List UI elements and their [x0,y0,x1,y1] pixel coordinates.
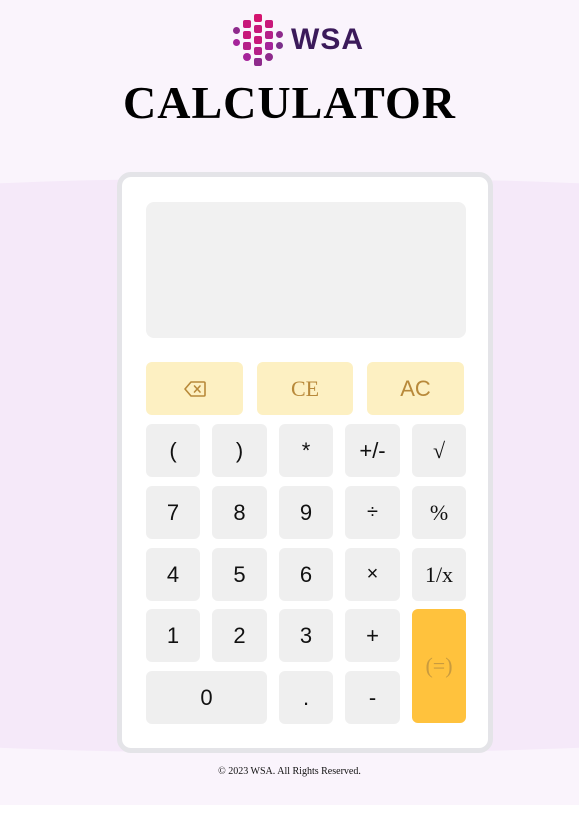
clear-entry-button[interactable]: CE [257,362,353,415]
open-paren-button[interactable]: ( [146,424,200,477]
digit-4-button[interactable]: 4 [146,548,200,601]
calculator-display [146,202,466,338]
digit-6-button[interactable]: 6 [279,548,333,601]
times-button[interactable]: × [345,548,400,601]
digit-7-button[interactable]: 7 [146,486,200,539]
divide-button[interactable]: ÷ [345,486,400,539]
plus-button[interactable]: + [345,609,400,662]
page-background: WSA CALCULATOR CE AC ( ) * +/- √ 7 8 9 ÷… [0,0,579,805]
multiply-star-button[interactable]: * [279,424,333,477]
digit-2-button[interactable]: 2 [212,609,267,662]
close-paren-button[interactable]: ) [212,424,267,477]
plus-minus-button[interactable]: +/- [345,424,400,477]
digit-8-button[interactable]: 8 [212,486,267,539]
minus-button[interactable]: - [345,671,400,724]
digit-3-button[interactable]: 3 [279,609,333,662]
backspace-icon [183,380,206,397]
reciprocal-button[interactable]: 1/x [412,548,466,601]
calculator-panel: CE AC ( ) * +/- √ 7 8 9 ÷ % 4 5 6 × 1/x … [117,172,493,753]
equals-button[interactable]: (=) [412,609,466,723]
digit-9-button[interactable]: 9 [279,486,333,539]
all-clear-button[interactable]: AC [367,362,464,415]
digit-1-button[interactable]: 1 [146,609,200,662]
decimal-button[interactable]: . [279,671,333,724]
page-title: CALCULATOR [123,77,456,128]
backspace-button[interactable] [146,362,243,415]
logo-mark-icon [233,14,285,66]
footer-copyright: © 2023 WSA. All Rights Reserved. [218,766,361,777]
percent-button[interactable]: % [412,486,466,539]
digit-5-button[interactable]: 5 [212,548,267,601]
digit-0-button[interactable]: 0 [146,671,267,724]
square-root-button[interactable]: √ [412,424,466,477]
brand-logo: WSA [233,14,364,66]
brand-name: WSA [291,23,364,56]
